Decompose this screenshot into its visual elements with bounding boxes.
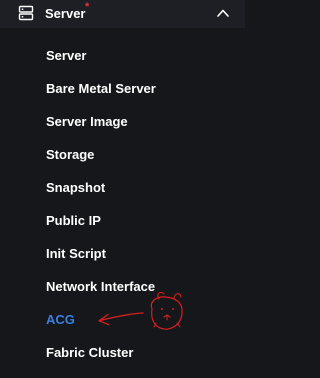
submenu-item-server[interactable]: Server bbox=[0, 40, 245, 73]
submenu-item-label: ACG bbox=[46, 312, 75, 327]
submenu-item-snapshot[interactable]: Snapshot bbox=[0, 172, 245, 205]
submenu-item-server-image[interactable]: Server Image bbox=[0, 106, 245, 139]
submenu-item-label: Bare Metal Server bbox=[46, 81, 156, 96]
submenu-item-bare-metal-server[interactable]: Bare Metal Server bbox=[0, 73, 245, 106]
submenu-item-fabric-cluster[interactable]: Fabric Cluster bbox=[0, 337, 245, 370]
submenu-item-label: Snapshot bbox=[46, 180, 106, 195]
submenu-item-label: Fabric Cluster bbox=[46, 345, 134, 360]
submenu-item-label: Public IP bbox=[46, 213, 101, 228]
submenu-item-init-script[interactable]: Init Script bbox=[0, 238, 245, 271]
side-menu: Server * Server Bare Metal Server Server… bbox=[0, 0, 245, 378]
submenu-item-public-ip[interactable]: Public IP bbox=[0, 205, 245, 238]
submenu-item-label: Server bbox=[46, 48, 87, 63]
submenu-item-label: Server Image bbox=[46, 114, 128, 129]
submenu-item-storage[interactable]: Storage bbox=[0, 139, 245, 172]
submenu-item-label: Init Script bbox=[46, 246, 106, 261]
hand-drawn-arrow-annotation bbox=[98, 291, 183, 330]
submenu-item-label: Storage bbox=[46, 147, 95, 162]
